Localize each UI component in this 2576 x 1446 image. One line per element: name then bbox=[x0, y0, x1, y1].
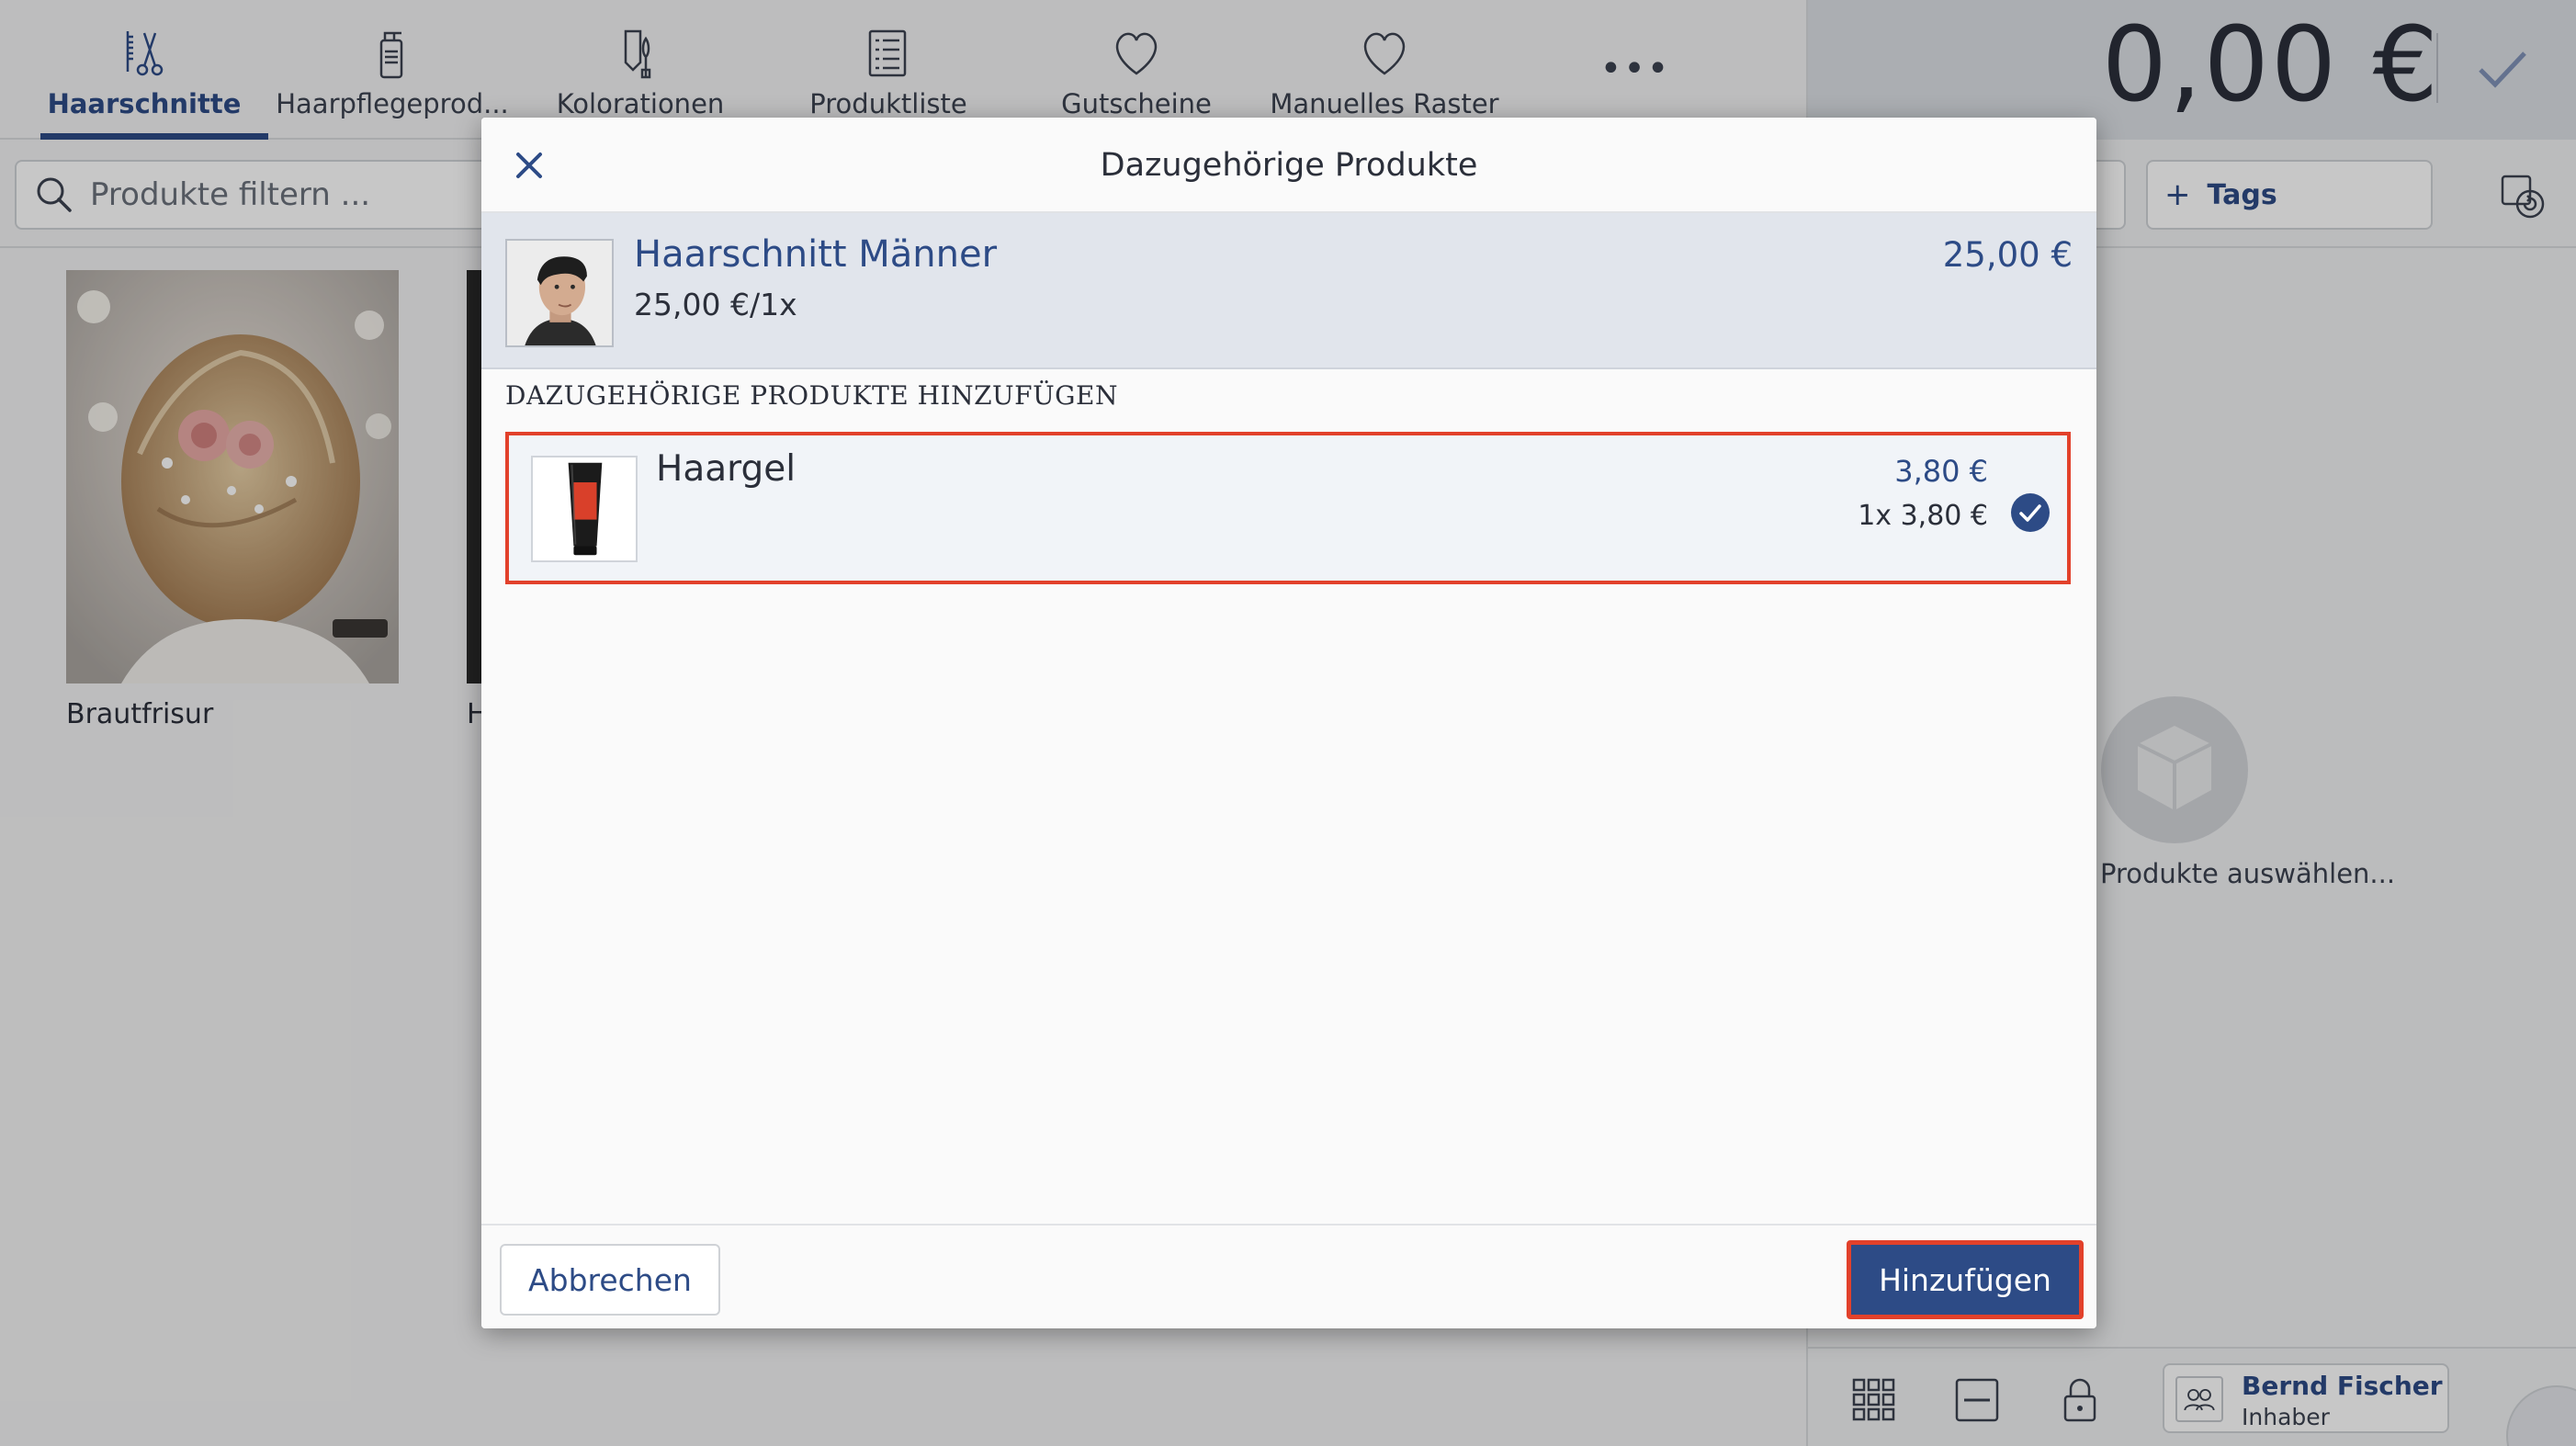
selected-check-icon[interactable] bbox=[2010, 492, 2051, 533]
main-product-row: Haarschnitt Männer 25,00 €/1x 25,00 € bbox=[481, 213, 2096, 369]
add-button[interactable]: Hinzufügen bbox=[1847, 1240, 2084, 1319]
product-thumbnail bbox=[531, 456, 638, 562]
product-thumbnail bbox=[505, 239, 614, 347]
close-icon bbox=[516, 153, 542, 178]
dialog-footer: Abbrechen Hinzufügen bbox=[481, 1224, 2096, 1328]
dialog-header: Dazugehörige Produkte bbox=[481, 118, 2096, 213]
dialog-title: Dazugehörige Produkte bbox=[1100, 147, 1478, 184]
main-product-name: Haarschnitt Männer bbox=[634, 233, 998, 276]
cancel-button[interactable]: Abbrechen bbox=[500, 1244, 720, 1316]
close-button[interactable] bbox=[498, 134, 560, 197]
addon-quantity: 1x 3,80 € bbox=[1858, 500, 1988, 532]
main-product-price: 25,00 € bbox=[1942, 235, 2073, 275]
section-heading: DAZUGEHÖRIGE PRODUKTE HINZUFÜGEN bbox=[505, 380, 1118, 411]
main-product-unit-price: 25,00 €/1x bbox=[634, 287, 797, 322]
addon-price: 3,80 € bbox=[1894, 454, 1988, 489]
addon-name: Haargel bbox=[656, 448, 797, 490]
related-products-dialog: Dazugehörige Produkte Haarschnitt Männer… bbox=[481, 118, 2096, 1328]
addon-item-haargel[interactable]: Haargel 3,80 € 1x 3,80 € bbox=[505, 432, 2071, 584]
